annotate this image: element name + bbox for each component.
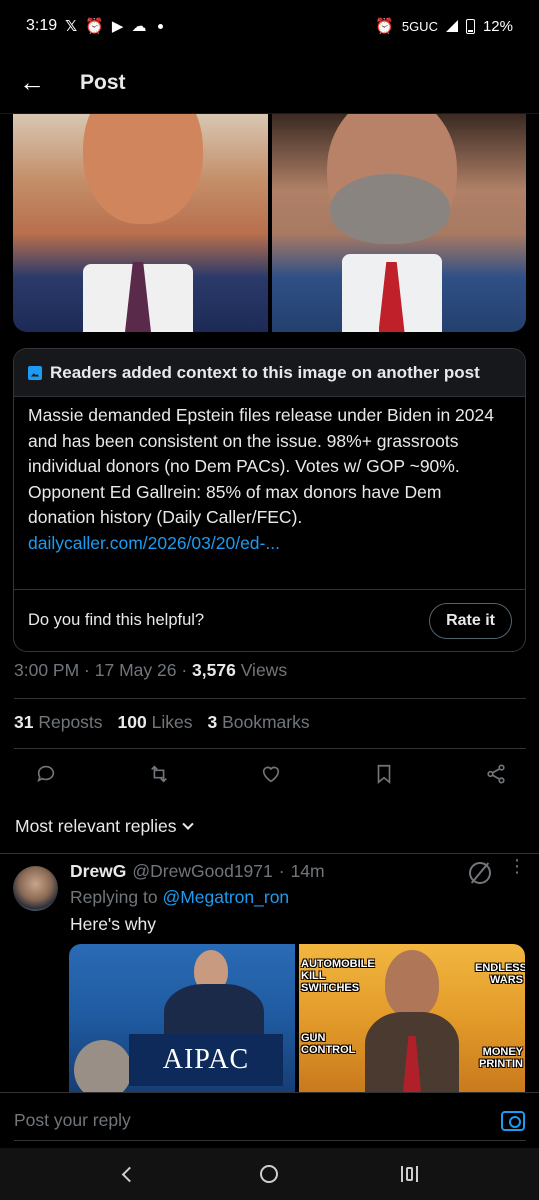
reply-author-handle[interactable]: @DrewGood1971 <box>132 861 272 882</box>
reposts-stat[interactable]: 31 Reposts <box>14 712 103 733</box>
status-bar: 3:19 𝕏 ⏰ ▶ ☁ ⏰ 5GUC 12% <box>0 0 539 52</box>
reply-image-right[interactable]: AUTOMOBILE KILL SWITCHES ENDLESS WARS GU… <box>299 944 525 1092</box>
post-time: 3:00 PM <box>14 660 80 680</box>
nav-recents-button[interactable] <box>389 1154 429 1194</box>
portrait-face <box>83 114 203 224</box>
recents-icon <box>400 1166 418 1182</box>
bookmarks-count: 3 <box>207 712 218 732</box>
reply-icon[interactable] <box>30 758 62 790</box>
reply-media[interactable]: AIPAC AUTOMOBILE KILL SWITCHES ENDLESS W… <box>69 944 525 1092</box>
repost-icon[interactable] <box>143 758 175 790</box>
nav-home-button[interactable] <box>249 1154 289 1194</box>
reply-text: Here's why <box>70 914 157 934</box>
system-nav-bar <box>0 1148 539 1200</box>
community-note-text: Massie demanded Epstein files release un… <box>28 405 494 527</box>
image-icon <box>28 365 42 380</box>
portrait-face <box>385 950 439 1018</box>
divider <box>14 748 526 749</box>
helpful-question: Do you find this helpful? <box>28 611 205 629</box>
community-note: Readers added context to this image on a… <box>13 348 526 652</box>
reply-separator: · <box>278 861 285 881</box>
x-logo-icon: 𝕏 <box>65 17 78 35</box>
chevron-down-icon <box>182 818 195 830</box>
reply-time: 14m <box>290 861 325 881</box>
post-date: 17 May 26 <box>94 660 177 680</box>
community-note-link[interactable]: dailycaller.com/2026/03/20/ed-... <box>28 531 511 557</box>
divider <box>14 698 526 699</box>
bookmarks-label: Bookmarks <box>222 712 310 732</box>
post-image-left[interactable] <box>13 114 268 332</box>
reposts-count: 31 <box>14 712 34 732</box>
replies-sort-label: Most relevant replies <box>15 816 177 836</box>
status-time: 3:19 <box>26 17 58 34</box>
replying-to-handle[interactable]: @Megatron_ron <box>162 887 289 907</box>
caption-endless-wars: ENDLESS WARS <box>475 962 525 986</box>
caption-money-printing: MONEY PRINTIN <box>479 1046 523 1070</box>
replies-sort-dropdown[interactable]: Most relevant replies <box>15 816 195 837</box>
post-actions <box>30 758 512 790</box>
likes-stat[interactable]: 100 Likes <box>118 712 193 733</box>
portrait-beard <box>329 174 450 244</box>
status-bar-right: ⏰ 5GUC 12% <box>375 18 513 35</box>
grok-icon[interactable] <box>469 862 491 884</box>
network-label: 5GUC <box>401 18 438 34</box>
status-bar-left: 3:19 𝕏 ⏰ ▶ ☁ <box>26 17 164 35</box>
more-options-icon[interactable]: ⋮ <box>507 857 527 875</box>
community-note-footer: Do you find this helpful? Rate it <box>14 589 525 651</box>
cloud-icon: ☁ <box>131 17 147 35</box>
aipac-sign: AIPAC <box>129 1034 283 1086</box>
alarm-icon: ⏰ <box>375 17 394 35</box>
nav-back-button[interactable] <box>110 1154 150 1194</box>
camera-icon[interactable] <box>501 1110 525 1131</box>
views-label: Views <box>240 660 288 680</box>
battery-icon <box>465 18 475 34</box>
signal-icon <box>445 20 458 32</box>
arrow-left-icon[interactable]: ← <box>19 67 45 97</box>
post-image-right[interactable] <box>271 114 526 332</box>
page-title: Post <box>80 70 126 94</box>
post-media[interactable] <box>13 114 526 332</box>
reply-header: DrewG @DrewGood1971 · 14m <box>70 861 325 882</box>
rate-it-button[interactable]: Rate it <box>429 602 512 639</box>
replying-to: Replying to @Megatron_ron <box>70 887 289 908</box>
avatar[interactable] <box>13 866 58 911</box>
bookmarks-stat[interactable]: 3 Bookmarks <box>207 712 309 733</box>
home-circle-icon <box>260 1165 279 1183</box>
divider <box>14 1140 526 1141</box>
community-note-title: Readers added context to this image on a… <box>50 362 480 382</box>
caption-gun-control: GUN CONTROL <box>301 1032 356 1056</box>
reply-image-left[interactable]: AIPAC <box>69 944 295 1092</box>
community-note-body: Massie demanded Epstein files release un… <box>14 397 525 589</box>
app-header: ← Post <box>0 52 539 114</box>
dot-icon <box>158 23 164 29</box>
reposts-label: Reposts <box>38 712 103 732</box>
views-count: 3,576 <box>192 660 236 680</box>
caption-kill-switches: AUTOMOBILE KILL SWITCHES <box>301 958 375 994</box>
inset-face <box>74 1040 132 1092</box>
share-icon[interactable] <box>480 758 512 790</box>
likes-label: Likes <box>151 712 193 732</box>
likes-count: 100 <box>117 712 147 732</box>
alarm-icon: ⏰ <box>85 17 104 35</box>
battery-percent: 12% <box>482 17 513 35</box>
replying-to-prefix: Replying to <box>70 887 158 907</box>
youtube-icon: ▶ <box>111 17 124 35</box>
like-icon[interactable] <box>255 758 287 790</box>
community-note-header: Readers added context to this image on a… <box>14 349 525 397</box>
chevron-left-icon <box>122 1166 138 1182</box>
post-stats: 31 Reposts 100 Likes 3 Bookmarks <box>14 712 310 733</box>
bookmark-icon[interactable] <box>368 758 400 790</box>
divider <box>0 853 539 854</box>
post-meta: 3:00 PM · 17 May 26 · 3,576 Views <box>14 660 288 680</box>
reply-input[interactable]: Post your reply <box>14 1110 131 1131</box>
reply-author-name[interactable]: DrewG <box>70 861 126 882</box>
